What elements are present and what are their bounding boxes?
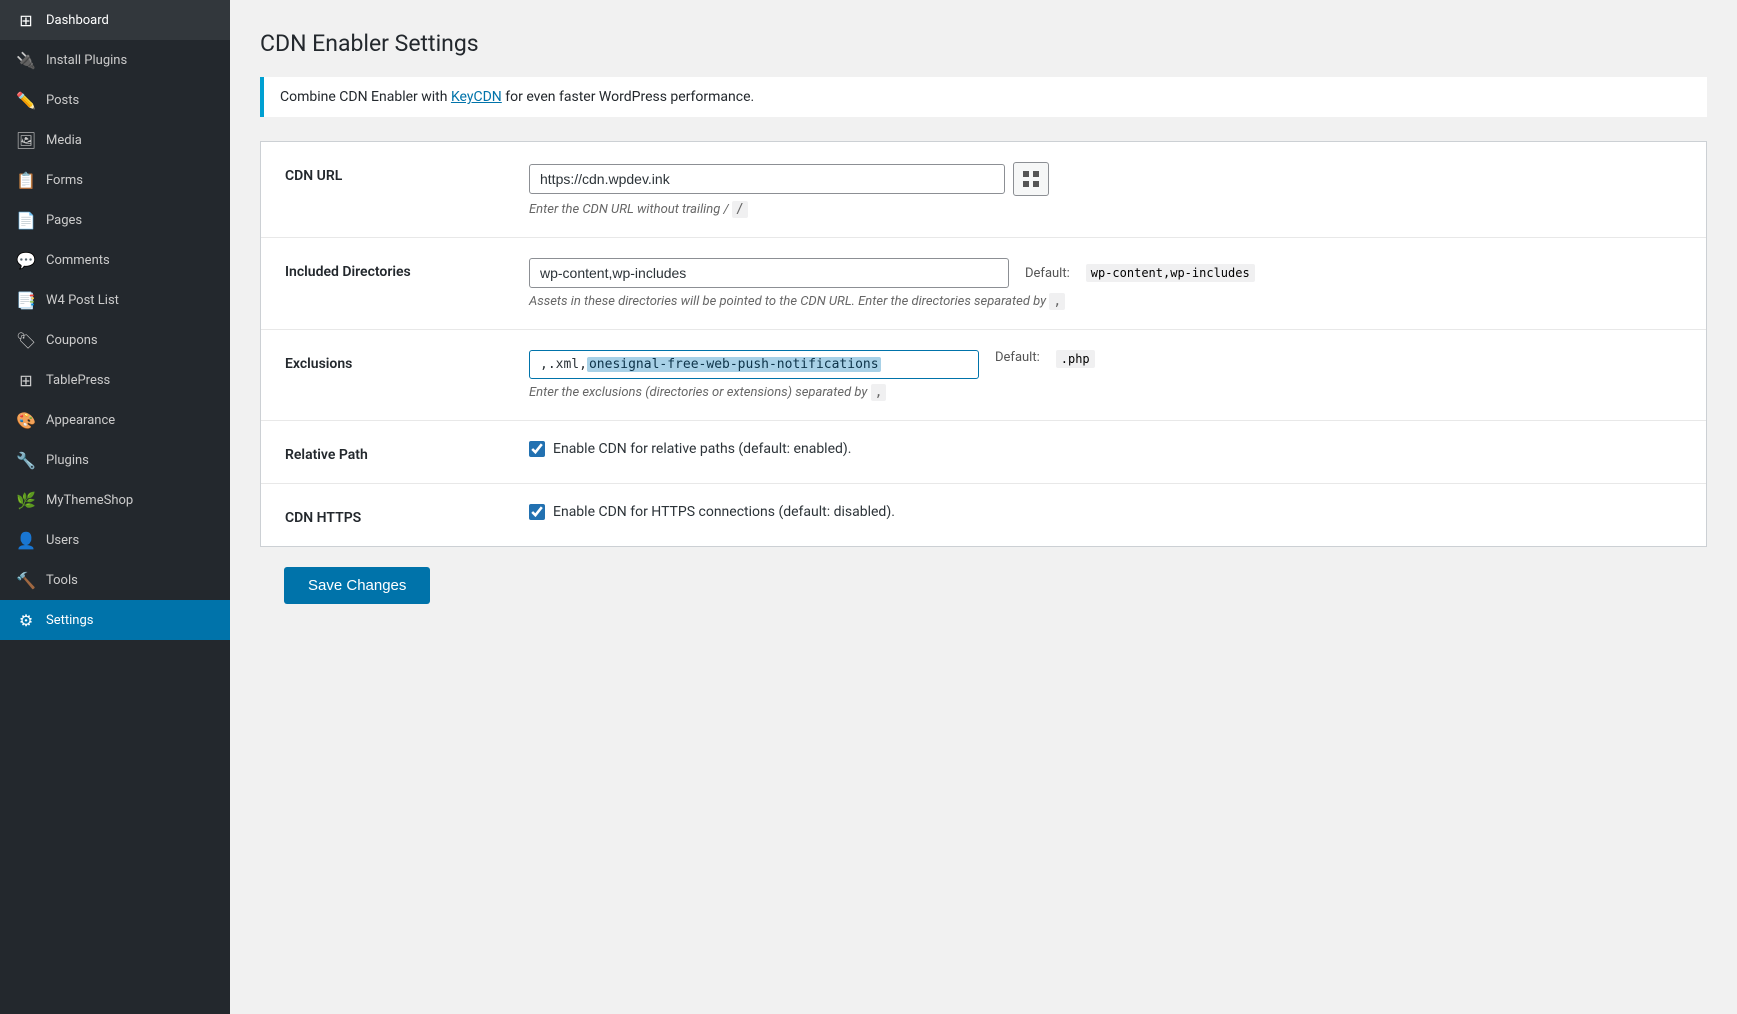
- exclusions-row: Exclusions ,.xml, onesignal-free-web-pus…: [261, 330, 1706, 421]
- included-dirs-field: Default: wp-content,wp-includes Assets i…: [529, 258, 1682, 309]
- settings-form: CDN URL Enter the CDN URL without traili…: [260, 141, 1707, 547]
- coupons-icon: 🏷: [16, 330, 36, 350]
- plugins-label: Plugins: [46, 453, 89, 468]
- w4-post-list-label: W4 Post List: [46, 293, 119, 308]
- forms-label: Forms: [46, 173, 83, 188]
- coupons-label: Coupons: [46, 333, 98, 348]
- included-dirs-default-value: wp-content,wp-includes: [1086, 264, 1255, 282]
- pages-label: Pages: [46, 213, 82, 228]
- sidebar-item-comments[interactable]: 💬 Comments: [0, 240, 230, 280]
- users-label: Users: [46, 533, 79, 548]
- media-label: Media: [46, 133, 82, 148]
- comments-icon: 💬: [16, 250, 36, 270]
- sidebar-item-tools[interactable]: 🔨 Tools: [0, 560, 230, 600]
- sidebar-item-users[interactable]: 👤 Users: [0, 520, 230, 560]
- sidebar-item-tablepress[interactable]: ⊞ TablePress: [0, 360, 230, 400]
- sidebar-item-pages[interactable]: 📄 Pages: [0, 200, 230, 240]
- exclusions-input-display[interactable]: ,.xml, onesignal-free-web-push-notificat…: [529, 350, 979, 379]
- tools-label: Tools: [46, 573, 78, 588]
- included-dirs-input[interactable]: [529, 258, 1009, 288]
- cdn-url-input[interactable]: [529, 164, 1005, 194]
- included-dirs-label: Included Directories: [285, 258, 505, 280]
- exclusions-field: ,.xml, onesignal-free-web-push-notificat…: [529, 350, 1682, 400]
- included-dirs-row: Included Directories Default: wp-content…: [261, 238, 1706, 330]
- relative-path-checkbox-label: Enable CDN for relative paths (default: …: [553, 441, 851, 457]
- cdn-url-row: CDN URL Enter the CDN URL without traili…: [261, 142, 1706, 238]
- included-dirs-default-label: Default:: [1025, 266, 1070, 281]
- comments-label: Comments: [46, 253, 110, 268]
- relative-path-field: Enable CDN for relative paths (default: …: [529, 441, 1682, 457]
- exclusions-normal-text: ,.xml,: [540, 357, 587, 372]
- install-plugins-label: Install Plugins: [46, 53, 127, 68]
- relative-path-checkbox[interactable]: [529, 441, 545, 457]
- tablepress-label: TablePress: [46, 373, 110, 388]
- page-title: CDN Enabler Settings: [260, 30, 1707, 57]
- users-icon: 👤: [16, 530, 36, 550]
- cdn-https-label: CDN HTTPS: [285, 504, 505, 526]
- sidebar-item-media[interactable]: 🖼 Media: [0, 120, 230, 160]
- pages-icon: 📄: [16, 210, 36, 230]
- sidebar: ⊞ Dashboard 🔌 Install Plugins ✏️ Posts 🖼 Media 📋…: [0, 0, 230, 1014]
- keycdn-link[interactable]: KeyCDN: [451, 89, 502, 105]
- exclusions-default-label: Default:: [995, 350, 1040, 365]
- info-box: Combine CDN Enabler with KeyCDN for even…: [260, 77, 1707, 117]
- appearance-icon: 🎨: [16, 410, 36, 430]
- included-dirs-hint: Assets in these directories will be poin…: [529, 294, 1682, 309]
- relative-path-label: Relative Path: [285, 441, 505, 463]
- grid-icon-button[interactable]: [1013, 162, 1049, 196]
- dashboard-label: Dashboard: [46, 13, 109, 28]
- exclusions-default-value: .php: [1056, 350, 1095, 368]
- save-row: Save Changes: [260, 547, 1707, 624]
- info-text: Combine CDN Enabler with: [280, 89, 451, 105]
- cdn-https-field: Enable CDN for HTTPS connections (defaul…: [529, 504, 1682, 520]
- mythemeshop-label: MyThemeShop: [46, 493, 133, 508]
- posts-icon: ✏️: [16, 90, 36, 110]
- media-icon: 🖼: [16, 130, 36, 150]
- plugins-icon: 🔧: [16, 450, 36, 470]
- exclusions-label: Exclusions: [285, 350, 505, 372]
- forms-icon: 📋: [16, 170, 36, 190]
- sidebar-item-w4-post-list[interactable]: 📑 W4 Post List: [0, 280, 230, 320]
- sidebar-item-forms[interactable]: 📋 Forms: [0, 160, 230, 200]
- exclusions-highlighted-text: onesignal-free-web-push-notifications: [587, 357, 881, 372]
- appearance-label: Appearance: [46, 413, 115, 428]
- save-button[interactable]: Save Changes: [284, 567, 430, 604]
- main-content: CDN Enabler Settings Combine CDN Enabler…: [230, 0, 1737, 1014]
- cdn-https-row: CDN HTTPS Enable CDN for HTTPS connectio…: [261, 484, 1706, 546]
- cdn-url-hint: Enter the CDN URL without trailing / /: [529, 202, 1682, 217]
- cdn-https-checkbox[interactable]: [529, 504, 545, 520]
- info-text-after: for even faster WordPress performance.: [502, 89, 754, 105]
- posts-label: Posts: [46, 93, 79, 108]
- sidebar-item-install-plugins[interactable]: 🔌 Install Plugins: [0, 40, 230, 80]
- cdn-url-field: Enter the CDN URL without trailing / /: [529, 162, 1682, 217]
- cdn-url-slash: /: [732, 201, 748, 218]
- w4-post-list-icon: 📑: [16, 290, 36, 310]
- sidebar-item-appearance[interactable]: 🎨 Appearance: [0, 400, 230, 440]
- exclusions-separator: ,: [871, 384, 887, 401]
- sidebar-item-mythemeshop[interactable]: 🌿 MyThemeShop: [0, 480, 230, 520]
- settings-icon: ⚙: [16, 610, 36, 630]
- included-dirs-separator: ,: [1049, 293, 1065, 310]
- mythemeshop-icon: 🌿: [16, 490, 36, 510]
- relative-path-row: Relative Path Enable CDN for relative pa…: [261, 421, 1706, 484]
- sidebar-item-coupons[interactable]: 🏷 Coupons: [0, 320, 230, 360]
- exclusions-hint: Enter the exclusions (directories or ext…: [529, 385, 1682, 400]
- install-plugins-icon: 🔌: [16, 50, 36, 70]
- sidebar-item-dashboard[interactable]: ⊞ Dashboard: [0, 0, 230, 40]
- tablepress-icon: ⊞: [16, 370, 36, 390]
- dashboard-icon: ⊞: [16, 10, 36, 30]
- sidebar-item-plugins[interactable]: 🔧 Plugins: [0, 440, 230, 480]
- sidebar-item-settings[interactable]: ⚙ Settings: [0, 600, 230, 640]
- cdn-https-checkbox-label: Enable CDN for HTTPS connections (defaul…: [553, 504, 895, 520]
- cdn-url-label: CDN URL: [285, 162, 505, 184]
- sidebar-item-posts[interactable]: ✏️ Posts: [0, 80, 230, 120]
- tools-icon: 🔨: [16, 570, 36, 590]
- settings-label: Settings: [46, 613, 93, 628]
